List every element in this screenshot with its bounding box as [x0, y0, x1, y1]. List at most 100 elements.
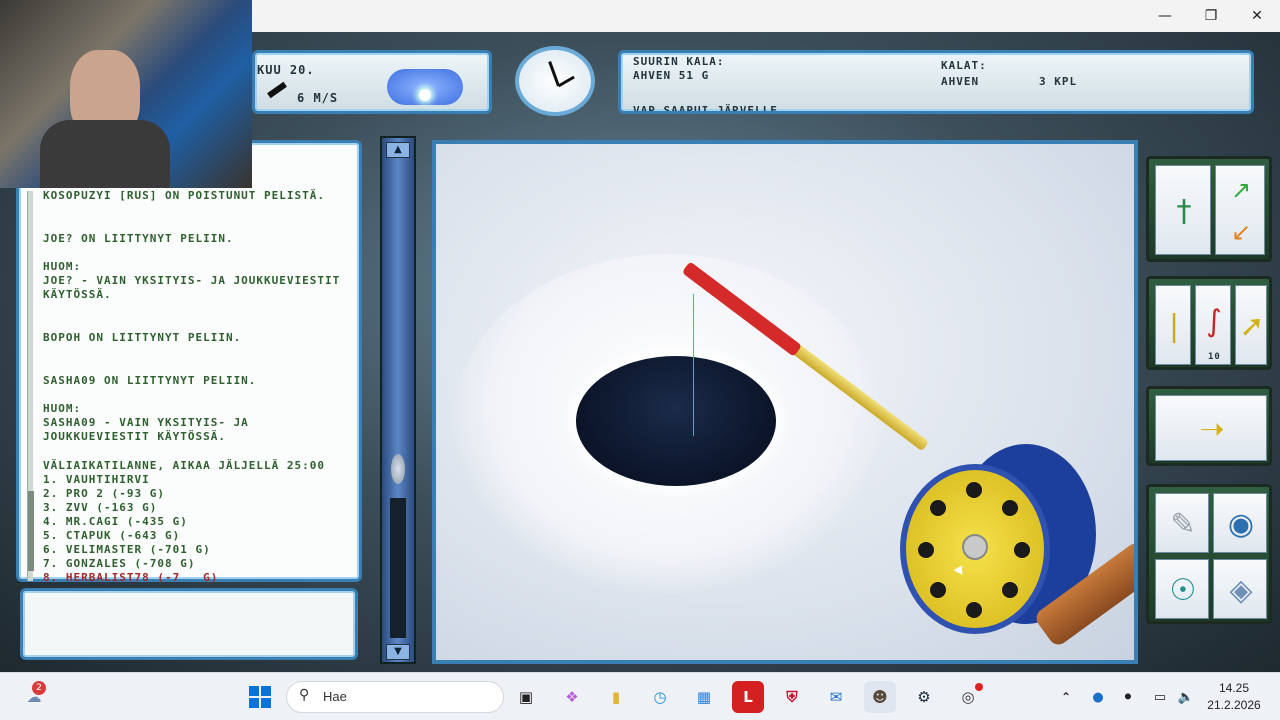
spoon-slot[interactable]: ✎ — [1155, 493, 1209, 553]
chat-line: JOE? on liittynyt peliin. — [43, 232, 234, 245]
taskbar-search[interactable]: ⚲ Hae — [286, 681, 504, 713]
microphone-icon[interactable]: ⚫ — [1112, 681, 1144, 713]
fishing-game-icon[interactable]: ☻ — [864, 681, 896, 713]
chat-line: Sasha09 on liittynyt peliin. — [43, 374, 257, 387]
chat-scrollbar[interactable] — [27, 191, 34, 581]
fish-species: Ahven — [941, 75, 980, 88]
biggest-fish-value: Ahven 51 g — [633, 69, 710, 82]
rod-select-icon: ➝ — [1199, 411, 1225, 447]
fishing-line — [693, 294, 694, 436]
bait-slot[interactable]: ∫ 10 — [1195, 285, 1231, 365]
recording-dot — [975, 683, 983, 691]
chat-line: JOE? - vain yksityis- ja joukkueviestit — [43, 274, 341, 287]
chat-line: Huom: — [43, 402, 82, 415]
chat-line: käytössä. — [43, 288, 112, 301]
chevron-up-icon[interactable]: ⌃ — [1050, 681, 1082, 713]
move-slot[interactable]: ↗ ↙ — [1215, 165, 1265, 255]
leaderboard-row: 8. HERBALIST78 (-7 g) — [43, 571, 219, 584]
wind-speed: 6 m/s — [297, 91, 339, 105]
copilot-icon[interactable]: ❖ — [556, 681, 588, 713]
game-clock — [515, 46, 595, 116]
store-icon[interactable]: ▦ — [688, 681, 720, 713]
restore-icon[interactable]: ❐ — [1188, 0, 1234, 32]
search-placeholder: Hae — [323, 689, 347, 704]
chat-input[interactable] — [20, 588, 358, 660]
leaderboard-row: 1. Vauhtihirvi — [43, 473, 150, 486]
webcam-overlay — [0, 0, 252, 188]
task-view-icon[interactable]: ▣ — [510, 681, 542, 713]
rod-small-icon: ➚ — [1239, 308, 1265, 344]
drill-icon: † — [1176, 193, 1192, 229]
streamer-body — [40, 120, 170, 188]
globe-slot[interactable]: ◉ — [1213, 493, 1267, 553]
volume-icon[interactable]: 🔈 — [1170, 681, 1202, 713]
arrow-up-icon[interactable]: ↗ — [1216, 170, 1266, 210]
outlook-icon[interactable]: ✉ — [820, 681, 852, 713]
catch-panel: Suurin kala: Ahven 51 g Vap saapui järve… — [618, 50, 1254, 114]
leaderboard-row: 3. ZVV (-163 g) — [43, 501, 158, 514]
chat-line: BOPOH on liittynyt peliin. — [43, 331, 242, 344]
search-icon: ⚲ — [299, 687, 310, 703]
scoop-icon: ◈ — [1229, 572, 1253, 608]
date-text: kuu 20. — [257, 63, 315, 77]
drill-slot[interactable]: † — [1155, 165, 1211, 255]
chat-log[interactable]: Kosopuzyi [Rus] on poistunut pelistä. JO… — [16, 140, 362, 584]
chat-line: joukkueviestit käytössä. — [43, 430, 226, 443]
bait-count: 10 — [1208, 352, 1221, 362]
eye-slot[interactable]: ☉ — [1155, 559, 1209, 619]
steam-icon[interactable]: ⚙ — [908, 681, 940, 713]
eye-icon: ☉ — [1169, 572, 1197, 608]
bait-icon: ∫ — [1206, 303, 1222, 339]
fish-count: 3 kpl — [1039, 75, 1078, 88]
arrow-down-icon[interactable]: ↙ — [1216, 212, 1266, 252]
widgets-badge: 2 — [32, 681, 46, 695]
fish-label: Kalat: — [941, 59, 987, 72]
globe-icon: ◉ — [1227, 506, 1255, 542]
start-icon[interactable] — [244, 681, 276, 713]
wind-arrow-icon — [267, 81, 287, 99]
chat-line: Väliaikatilanne, aikaa jäljellä 25:00 — [43, 459, 326, 472]
depth-fill — [390, 498, 406, 638]
leaderboard-row: 5. CTAPUK (-643 g) — [43, 529, 181, 542]
lure-slot[interactable]: ❘ — [1155, 285, 1191, 365]
chat-scroll-thumb[interactable] — [28, 491, 34, 571]
ice-hole[interactable] — [576, 356, 776, 486]
security-icon[interactable]: ● — [1082, 681, 1114, 713]
clock-minute-hand — [557, 75, 575, 88]
ice-scene[interactable] — [432, 140, 1138, 664]
cloud-sun-icon — [387, 69, 463, 105]
tool-panel-rod: ➝ — [1146, 386, 1272, 466]
clock-hour-hand — [548, 61, 560, 87]
rod-small-slot[interactable]: ➚ — [1235, 285, 1267, 365]
depth-up-button[interactable]: ▲ — [386, 142, 410, 158]
chat-line: Kosopuzyi [Rus] on poistunut pelistä. — [43, 189, 326, 202]
lure-icon: ❘ — [1161, 308, 1187, 344]
chat-line: Huom: — [43, 260, 82, 273]
leaderboard-row: 7. Gonzales (-708 g) — [43, 557, 196, 570]
edge-icon[interactable]: ◷ — [644, 681, 676, 713]
tool-panel-misc: ✎ ◉ ☉ ◈ — [1146, 484, 1272, 624]
clock-time[interactable]: 14.25 — [1206, 681, 1262, 695]
rod-select-slot[interactable]: ➝ — [1155, 395, 1267, 461]
leaderboard-row: 2. pro 2 (-93 g) — [43, 487, 165, 500]
taskbar: ☁ 2 ⚲ Hae ▣ ❖ ▮ ◷ ▦ L ⛨ ✉ ☻ ⚙ ◎ ⌃ ● ⚫ ▭ … — [0, 672, 1280, 720]
weather-panel: kuu 20. 6 m/s — [252, 50, 492, 114]
chat-line: Sasha09 - vain yksityis- ja — [43, 416, 249, 429]
mcafee-icon[interactable]: ⛨ — [776, 681, 808, 713]
tool-panel-drill: † ↗ ↙ — [1146, 156, 1272, 262]
depth-slider[interactable]: ▲ ▼ — [380, 136, 416, 664]
depth-down-button[interactable]: ▼ — [386, 644, 410, 660]
biggest-fish-label: Suurin kala: — [633, 55, 725, 68]
scoop-slot[interactable]: ◈ — [1213, 559, 1267, 619]
bobber-indicator[interactable] — [391, 454, 405, 484]
fishing-reel[interactable] — [900, 464, 1050, 634]
tool-panel-bait: ❘ ∫ 10 ➚ — [1146, 276, 1272, 370]
close-icon[interactable]: ✕ — [1234, 0, 1280, 32]
file-explorer-icon[interactable]: ▮ — [600, 681, 632, 713]
leaderboard-row: 6. velimaster (-701 g) — [43, 543, 211, 556]
clock-date[interactable]: 21.2.2026 — [1200, 698, 1268, 712]
notice-text: Vap saapui järvelle — [633, 104, 778, 111]
spoon-icon: ✎ — [1170, 506, 1196, 542]
letter-l-app-icon[interactable]: L — [732, 681, 764, 713]
minimize-icon[interactable]: — — [1142, 0, 1188, 32]
